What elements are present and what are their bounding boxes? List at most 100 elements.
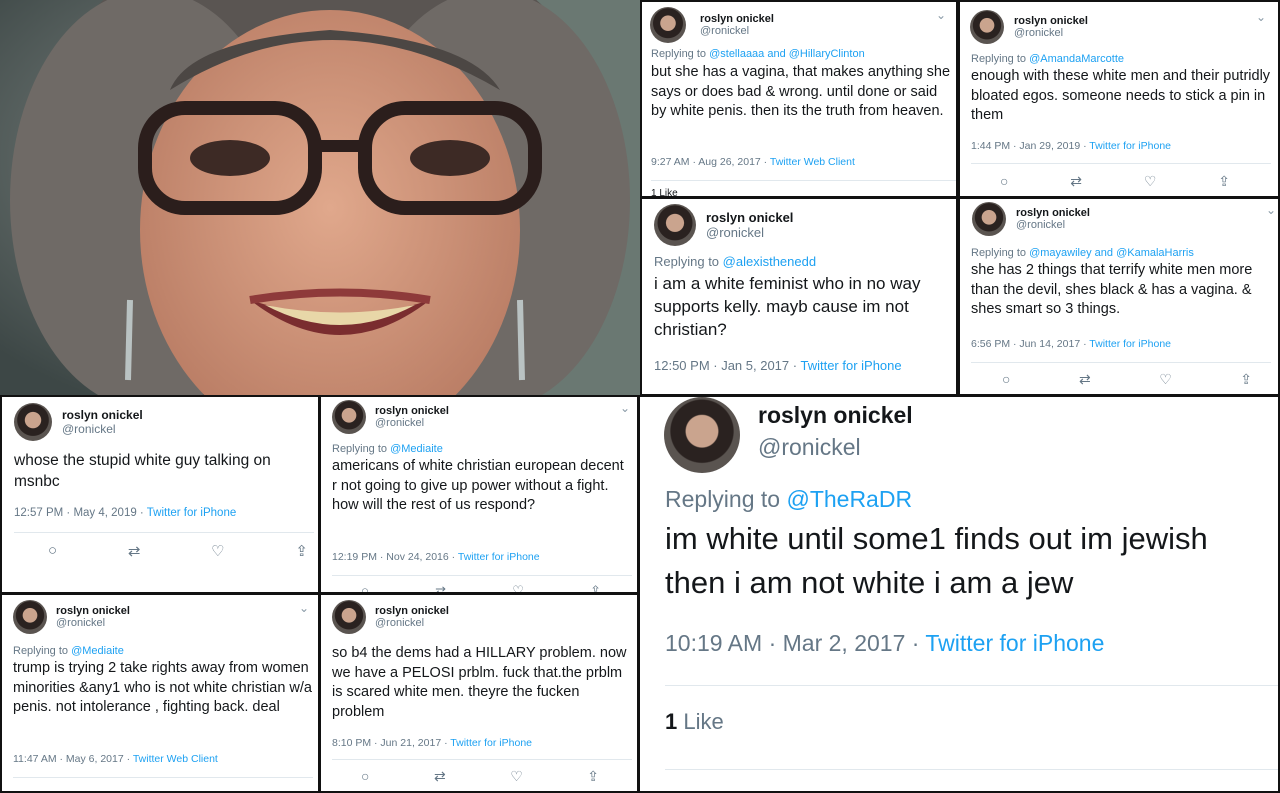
avatar[interactable] [332,600,366,634]
user-name[interactable]: roslyn onickel [706,210,793,225]
heart-icon[interactable]: ♡ [1144,173,1157,190]
reply-mention[interactable]: @stellaaaa and @HillaryClinton [709,48,865,60]
tweet-card[interactable]: roslyn onickel @ronickel ⌄ Replying to @… [2,595,318,791]
tweet-source[interactable]: Twitter for iPhone [458,551,540,563]
retweet-icon[interactable]: ⇄ [1070,173,1082,190]
reply-line: Replying to @Mediaite [332,443,443,455]
tweet-card[interactable]: roslyn onickel @ronickel ⌄ Replying to @… [960,2,1278,196]
tweet-header: roslyn onickel @ronickel [14,403,143,441]
chevron-down-icon[interactable]: ⌄ [1256,10,1266,24]
user-name[interactable]: roslyn onickel [1014,15,1088,27]
reply-prefix: Replying to [971,247,1030,259]
tweet-meta: 8:10 PM · Jun 21, 2017 · Twitter for iPh… [332,737,532,749]
tweet-card[interactable]: roslyn onickel @ronickel ⌄ Replying to @… [960,199,1278,394]
heart-icon[interactable]: ♡ [512,583,524,592]
reply-mention[interactable]: @mayawiley and @KamalaHarris [1029,247,1194,259]
user-name[interactable]: roslyn onickel [1016,207,1090,219]
tweet-card[interactable]: roslyn onickel @ronickel whose the stupi… [2,397,318,592]
comment-icon[interactable]: ○ [361,583,369,592]
tweet-source[interactable]: Twitter for iPhone [1089,338,1171,350]
tweet-source[interactable]: Twitter Web Client [133,753,218,765]
chevron-down-icon[interactable]: ⌄ [1266,203,1276,217]
tweet-text: americans of white christian european de… [332,458,624,514]
tweet-header: roslyn onickel @ronickel [664,397,913,473]
tweet-card[interactable]: roslyn onickel @ronickel Replying to @al… [642,199,956,394]
user-handle[interactable]: @ronickel [700,25,774,37]
tweet-source[interactable]: Twitter for iPhone [147,507,236,519]
share-icon[interactable]: ⇪ [1240,371,1252,388]
user-handle[interactable]: @ronickel [706,225,793,240]
comment-icon[interactable]: ○ [361,768,369,785]
tweet-source[interactable]: Twitter for iPhone [800,358,901,373]
avatar[interactable] [13,600,47,634]
tweet-card[interactable]: roslyn onickel @ronickel ⌄ Replying to @… [321,397,637,592]
user-handle[interactable]: @ronickel [62,422,143,436]
timestamp[interactable]: 12:50 PM · Jan 5, 2017 · [654,358,800,373]
reply-line: Replying to @alexisthenedd [654,254,816,269]
user-handle[interactable]: @ronickel [375,617,449,629]
avatar[interactable] [654,204,696,246]
user-name[interactable]: roslyn onickel [700,13,774,25]
avatar[interactable] [332,400,366,434]
user-handle[interactable]: @ronickel [758,434,913,461]
comment-icon[interactable]: ○ [1000,173,1008,190]
likes-count[interactable]: 1 Like [665,709,724,735]
avatar[interactable] [14,403,52,441]
share-icon[interactable]: ⇪ [590,583,601,592]
user-name[interactable]: roslyn onickel [56,605,130,617]
chevron-down-icon[interactable]: ⌄ [936,8,946,22]
user-handle[interactable]: @ronickel [56,617,130,629]
reply-mention[interactable]: @Mediaite [390,443,443,455]
timestamp[interactable]: 12:19 PM · Nov 24, 2016 · [332,551,458,563]
user-name[interactable]: roslyn onickel [62,408,143,422]
heart-icon[interactable]: ♡ [211,542,224,560]
reply-mention[interactable]: @Mediaite [71,645,124,657]
chevron-down-icon[interactable]: ⌄ [620,401,630,415]
tweet-card[interactable]: roslyn onickel @ronickel Replying to @Th… [640,397,1278,791]
share-icon[interactable]: ⇪ [295,542,308,560]
avatar[interactable] [664,397,740,473]
retweet-icon[interactable]: ⇄ [434,768,446,785]
user-handle[interactable]: @ronickel [1016,219,1090,231]
tweet-source[interactable]: Twitter Web Client [770,156,855,168]
avatar[interactable] [650,7,686,43]
reply-mention[interactable]: @alexisthenedd [723,254,816,269]
timestamp[interactable]: 11:47 AM · May 6, 2017 · [13,753,133,765]
user-handle[interactable]: @ronickel [375,417,449,429]
retweet-icon[interactable]: ⇄ [435,583,446,592]
likes-count[interactable]: 1 Like [651,188,678,196]
user-name[interactable]: roslyn onickel [758,402,913,429]
tweet-source[interactable]: Twitter for iPhone [1089,140,1171,152]
tweet-card[interactable]: roslyn onickel @ronickel ⌄ Replying to @… [642,2,956,196]
reply-mention[interactable]: @TheRaDR [786,486,912,512]
tweet-card[interactable]: roslyn onickel @ronickel so b4 the dems … [321,595,637,791]
share-icon[interactable]: ⇪ [587,768,599,785]
avatar[interactable] [972,202,1006,236]
timestamp[interactable]: 6:56 PM · Jun 14, 2017 · [971,338,1089,350]
heart-icon[interactable]: ♡ [510,768,523,785]
tweet-text: but she has a vagina, that makes anythin… [651,64,951,120]
divider [332,759,632,760]
user-handle[interactable]: @ronickel [1014,27,1088,39]
chevron-down-icon[interactable]: ⌄ [299,601,309,615]
user-name[interactable]: roslyn onickel [375,605,449,617]
timestamp[interactable]: 1:44 PM · Jan 29, 2019 · [971,140,1089,152]
share-icon[interactable]: ⇪ [1218,173,1230,190]
likes-number: 1 [665,709,678,734]
divider [14,532,314,533]
user-name[interactable]: roslyn onickel [375,405,449,417]
tweet-meta: 1:44 PM · Jan 29, 2019 · Twitter for iPh… [971,140,1171,152]
avatar[interactable] [970,10,1004,44]
heart-icon[interactable]: ♡ [1159,371,1172,388]
retweet-icon[interactable]: ⇄ [1079,371,1091,388]
retweet-icon[interactable]: ⇄ [128,542,141,560]
timestamp[interactable]: 9:27 AM · Aug 26, 2017 · [651,156,770,168]
timestamp[interactable]: 8:10 PM · Jun 21, 2017 · [332,737,450,749]
tweet-source[interactable]: Twitter for iPhone [450,737,532,749]
tweet-source[interactable]: Twitter for iPhone [925,630,1104,656]
reply-mention[interactable]: @AmandaMarcotte [1029,53,1124,65]
comment-icon[interactable]: ○ [1002,371,1010,388]
timestamp[interactable]: 10:19 AM · Mar 2, 2017 · [665,630,925,656]
comment-icon[interactable]: ○ [48,542,57,560]
timestamp[interactable]: 12:57 PM · May 4, 2019 · [14,507,147,519]
